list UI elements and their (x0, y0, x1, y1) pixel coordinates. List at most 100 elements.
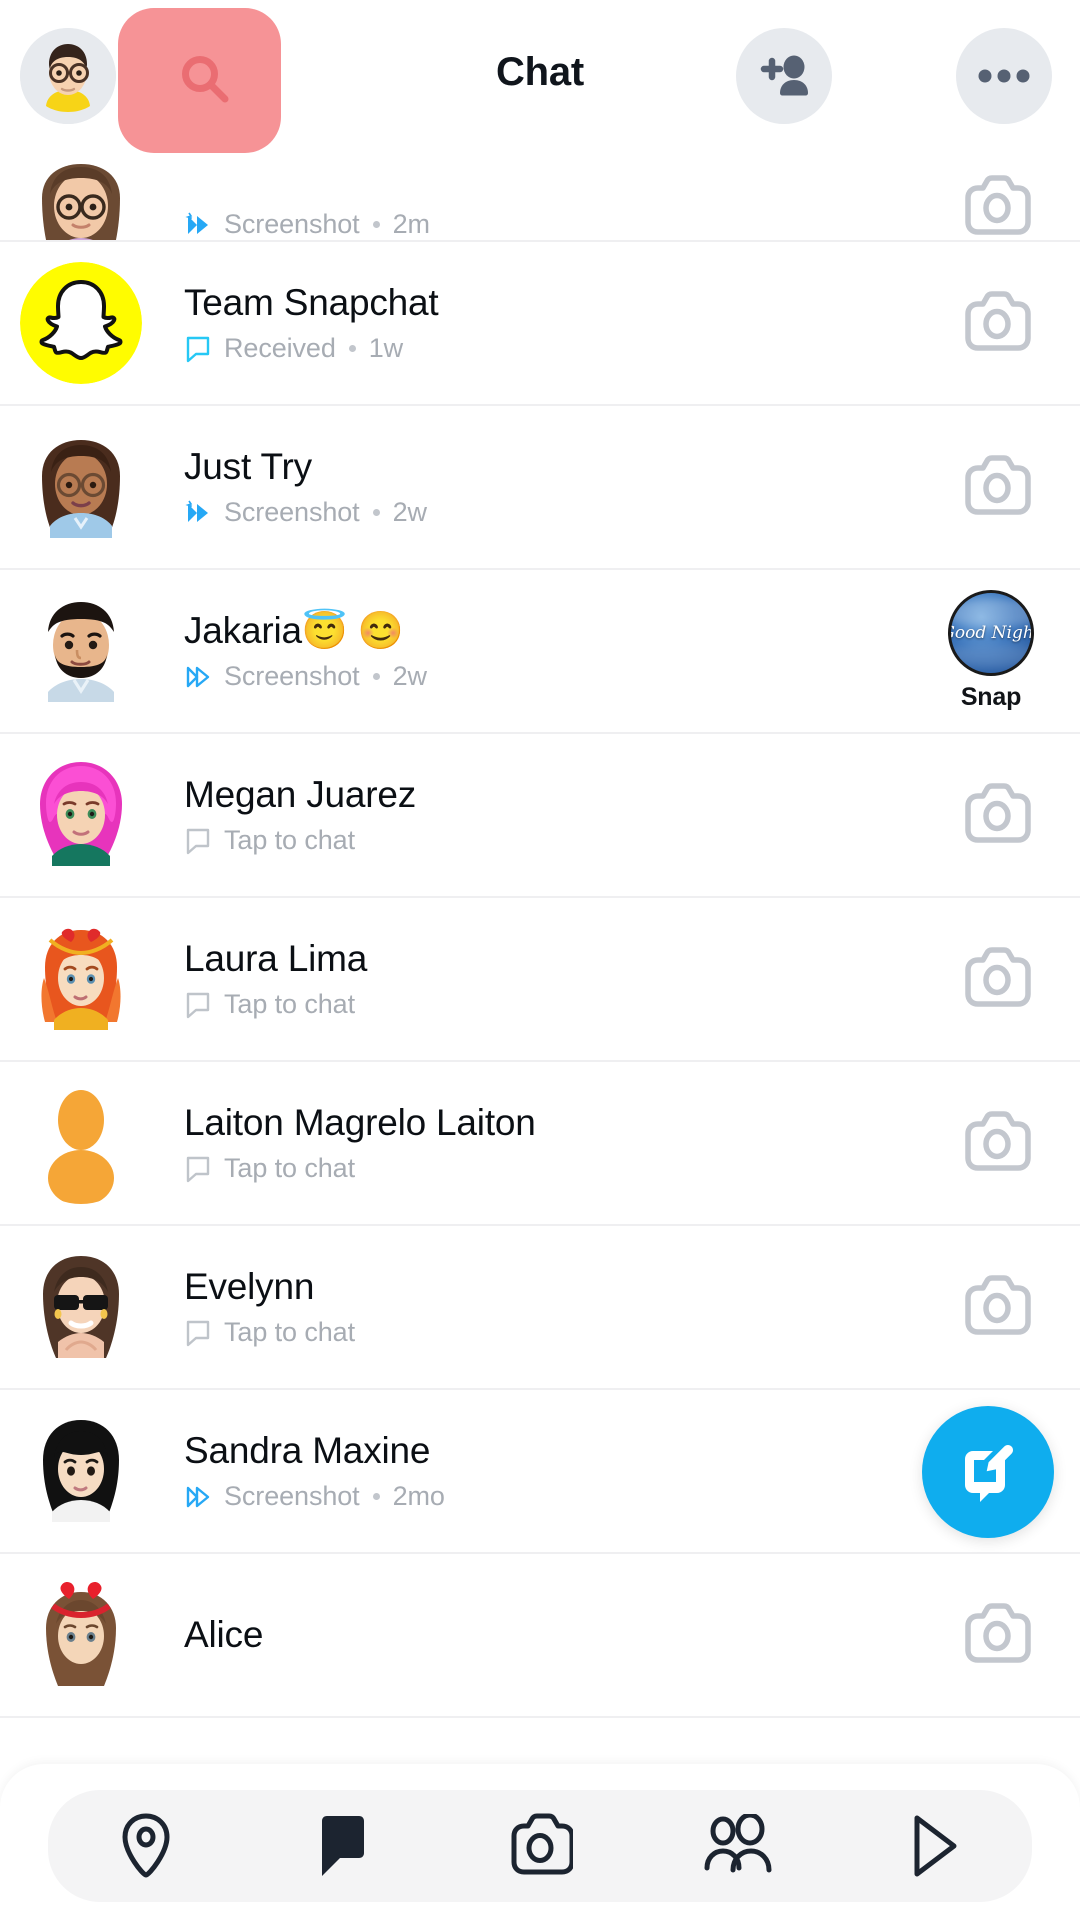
avatar[interactable] (20, 918, 142, 1040)
snap-thumbnail-image[interactable]: Good Night (948, 590, 1034, 676)
chat-name: Team Snapchat (184, 281, 439, 323)
chat-status-label: Received (224, 333, 336, 364)
avatar[interactable] (20, 1246, 142, 1368)
chat-timestamp: 2mo (392, 1481, 445, 1512)
chat-bubble-icon (312, 1811, 374, 1881)
camera-button[interactable] (960, 174, 1034, 240)
header: Chat (0, 0, 1080, 152)
map-pin-icon (115, 1811, 177, 1881)
chat-row[interactable]: Laiton Magrelo Laiton Tap to chat (0, 1062, 1080, 1226)
status-separator-dot (372, 673, 380, 681)
chat-status: Screenshot 2m (184, 209, 960, 240)
status-separator-dot (348, 345, 356, 353)
chat-name: Sandra Maxine (184, 1429, 431, 1471)
chat-timestamp: 2w (392, 497, 427, 528)
camera-icon (960, 1110, 1034, 1176)
chat-row[interactable]: Megan Juarez Tap to chat (0, 734, 1080, 898)
chat-row[interactable]: Just Try Screenshot 2w (0, 406, 1080, 570)
new-chat-fab[interactable] (922, 1406, 1054, 1538)
avatar[interactable] (20, 1082, 142, 1204)
chat-row[interactable]: Evelynn Tap to chat (0, 1226, 1080, 1390)
chat-status-label: Screenshot (224, 497, 360, 528)
nav-item-stories[interactable] (638, 1790, 835, 1902)
camera-icon (960, 290, 1034, 356)
chat-name: Just Try (184, 445, 312, 487)
chat-status-label: Tap to chat (224, 1317, 355, 1348)
screenshot-icon (184, 211, 212, 239)
avatar[interactable] (20, 1410, 142, 1532)
chat-row-text: Sandra Maxine Screenshot 2mo (184, 1430, 960, 1512)
more-options-button[interactable] (956, 28, 1052, 124)
chat-row[interactable]: Screenshot 2m (0, 152, 1080, 242)
chat-status: Tap to chat (184, 825, 960, 856)
nav-item-spotlight[interactable] (835, 1790, 1032, 1902)
chat-row-text: Laiton Magrelo Laiton Tap to chat (184, 1102, 960, 1184)
screenshot-opened-icon (184, 663, 212, 691)
friends-icon (702, 1814, 772, 1878)
chat-status: Screenshot 2w (184, 661, 948, 692)
nav-item-camera[interactable] (442, 1790, 639, 1902)
new-chat-icon (955, 1439, 1021, 1505)
status-separator-dot (372, 221, 380, 228)
camera-icon (960, 1602, 1034, 1668)
chat-status-label: Tap to chat (224, 825, 355, 856)
chat-row[interactable]: Laura Lima Tap to chat (0, 898, 1080, 1062)
chat-status-label: Screenshot (224, 1481, 360, 1512)
chat-status: Received 1w (184, 333, 960, 364)
camera-button[interactable] (960, 782, 1034, 848)
nav-item-chat[interactable] (245, 1790, 442, 1902)
chat-status: Screenshot 2w (184, 497, 960, 528)
chat-timestamp: 1w (368, 333, 404, 364)
chat-name: Alice (184, 1614, 264, 1656)
chat-name: Evelynn (184, 1265, 315, 1307)
chat-status-label: Tap to chat (224, 989, 355, 1020)
snapchat-chat-screen: Screenshot 2m Team Snapchat Received 1w (0, 0, 1080, 1920)
chat-row[interactable]: Jakaria😇 😊 Screenshot 2w Good Night Snap (0, 570, 1080, 734)
chat-status: Tap to chat (184, 1317, 960, 1348)
avatar[interactable] (20, 1574, 142, 1696)
avatar[interactable] (20, 262, 142, 384)
chat-row-text: Just Try Screenshot 2w (184, 446, 960, 528)
chat-row[interactable]: Team Snapchat Received 1w (0, 242, 1080, 406)
snap-thumbnail-caption: Good Night (951, 623, 1034, 643)
chat-status: Screenshot 2mo (184, 1481, 960, 1512)
nav-pill (48, 1790, 1032, 1902)
camera-button[interactable] (960, 1110, 1034, 1176)
snap-thumbnail[interactable]: Good Night Snap (948, 590, 1034, 712)
camera-button[interactable] (960, 290, 1034, 356)
chat-name: Jakaria😇 😊 (184, 609, 404, 651)
chat-name: Laiton Magrelo Laiton (184, 1101, 536, 1143)
avatar[interactable] (20, 754, 142, 876)
add-friend-button[interactable] (736, 28, 832, 124)
chat-icon (184, 1319, 212, 1347)
camera-icon (960, 946, 1034, 1012)
avatar[interactable] (20, 426, 142, 548)
status-separator-dot (372, 509, 380, 517)
chat-row-text: Evelynn Tap to chat (184, 1266, 960, 1348)
screenshot-opened-icon (184, 1483, 212, 1511)
chat-timestamp: 2w (392, 661, 427, 692)
chat-name: Megan Juarez (184, 773, 417, 815)
chat-row-text: Laura Lima Tap to chat (184, 938, 960, 1020)
chat-status-label: Screenshot (224, 661, 360, 692)
camera-icon (960, 1274, 1034, 1340)
camera-button[interactable] (960, 1274, 1034, 1340)
camera-button[interactable] (960, 454, 1034, 520)
avatar[interactable] (20, 152, 142, 240)
chat-row-text: Megan Juarez Tap to chat (184, 774, 960, 856)
nav-item-map[interactable] (48, 1790, 245, 1902)
chat-row[interactable]: Sandra Maxine Screenshot 2mo (0, 1390, 1080, 1554)
camera-button[interactable] (960, 1602, 1034, 1668)
chat-row[interactable]: Alice (0, 1554, 1080, 1718)
chat-list[interactable]: Screenshot 2m Team Snapchat Received 1w (0, 152, 1080, 1920)
chat-received-icon (184, 335, 212, 363)
bottom-navigation-bar (0, 1764, 1080, 1920)
chat-icon (184, 991, 212, 1019)
camera-icon (960, 454, 1034, 520)
avatar[interactable] (20, 590, 142, 712)
chat-status-label: Screenshot (224, 209, 360, 239)
page-title: Chat (495, 50, 585, 94)
camera-button[interactable] (960, 946, 1034, 1012)
chat-status: Tap to chat (184, 989, 960, 1020)
snap-label: Snap (960, 683, 1022, 711)
